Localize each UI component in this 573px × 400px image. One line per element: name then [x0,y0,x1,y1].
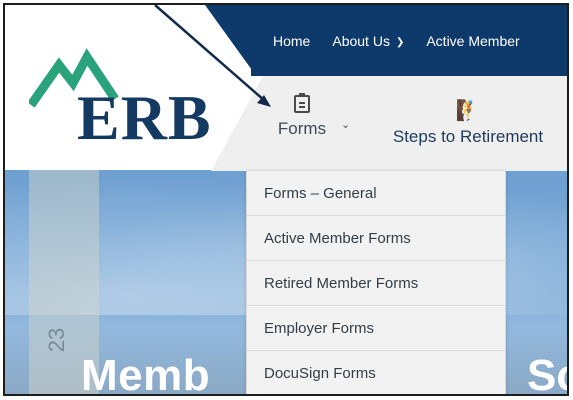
screenshot-frame: 23 ERB Home About Us ❯ Active Member Form… [3,3,569,396]
annotation-arrow-icon [154,5,271,107]
